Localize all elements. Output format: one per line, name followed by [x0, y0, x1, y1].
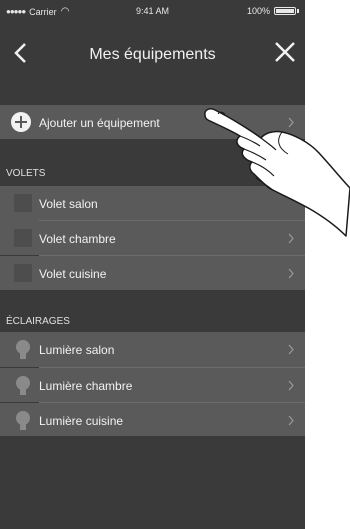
close-icon[interactable]: [273, 40, 297, 64]
square-icon: [14, 264, 32, 282]
battery-fill: [276, 9, 294, 13]
square-icon: [14, 194, 32, 212]
add-equipment-label: Ajouter un équipement: [39, 116, 160, 130]
chevron-right-icon: [288, 415, 294, 426]
list-item-lumiere-cuisine[interactable]: Lumière cuisine: [0, 403, 305, 436]
chevron-right-icon: [288, 268, 294, 279]
navigation-bar: Mes équipements: [0, 24, 305, 74]
plus-circle-icon: [11, 112, 31, 132]
pointing-hand-icon: [204, 108, 350, 237]
list-item-label: Volet salon: [39, 197, 98, 211]
battery-tip: [297, 9, 299, 13]
bulb-icon: [16, 376, 30, 395]
page-title: Mes équipements: [89, 46, 216, 63]
bulb-icon: [16, 340, 30, 359]
list-item-label: Volet cuisine: [39, 267, 107, 281]
list-item-lumiere-salon[interactable]: Lumière salon: [0, 332, 305, 367]
list-item-lumiere-chambre[interactable]: Lumière chambre: [0, 368, 305, 402]
bulb-icon: [16, 411, 30, 430]
section-header-eclairages: ÉCLAIRAGES: [6, 316, 70, 327]
battery-indicator: 100%: [247, 6, 299, 16]
status-bar: ●●●●● Carrier ◠ 9:41 AM 100%: [0, 0, 305, 24]
chevron-right-icon: [288, 380, 294, 391]
chevron-right-icon: [288, 344, 294, 355]
battery-label: 100%: [246, 6, 270, 16]
list-item-label: Lumière salon: [39, 343, 115, 357]
square-icon: [14, 229, 32, 247]
list-item-label: Volet chambre: [39, 232, 116, 246]
list-item-volet-cuisine[interactable]: Volet cuisine: [0, 256, 305, 290]
list-item-label: Lumière chambre: [39, 379, 133, 393]
phone-screen: ●●●●● Carrier ◠ 9:41 AM 100% Mes équipem…: [0, 0, 305, 529]
battery-icon: [274, 7, 296, 15]
section-header-volets: VOLETS: [6, 168, 46, 179]
list-item-label: Lumière cuisine: [39, 414, 124, 428]
